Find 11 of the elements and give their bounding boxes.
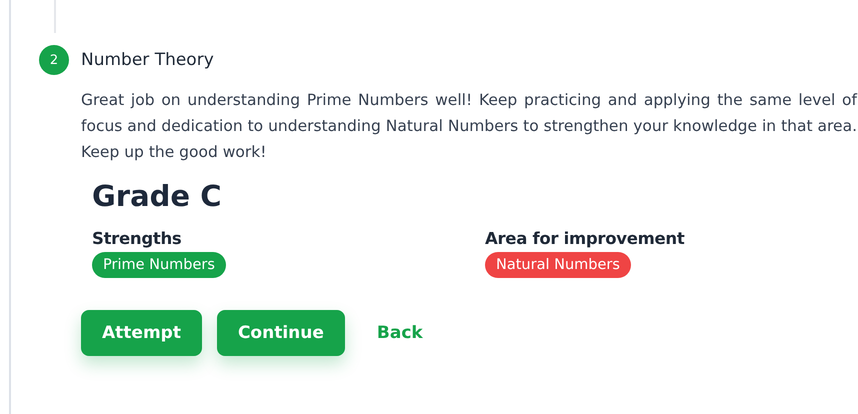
topic-tag: Prime Numbers xyxy=(92,252,226,278)
step-number-badge: 2 xyxy=(39,45,69,75)
grade-title: Grade C xyxy=(92,179,222,213)
action-button[interactable]: Attempt xyxy=(81,310,202,356)
action-button[interactable]: Continue xyxy=(216,310,345,356)
feedback-text: Great job on understanding Prime Numbers well! Keep practicing and applying the same level of focus and dedication to understanding Natural Numbers to strengthen your knowledge in that area. Keep up the good work! xyxy=(81,90,857,163)
back-link[interactable]: Back xyxy=(376,323,423,343)
group-heading: Strengths xyxy=(92,229,182,248)
step-title: Number Theory xyxy=(81,50,214,70)
topic-tag: Natural Numbers xyxy=(485,252,631,278)
group-heading: Area for improvement xyxy=(485,229,686,248)
